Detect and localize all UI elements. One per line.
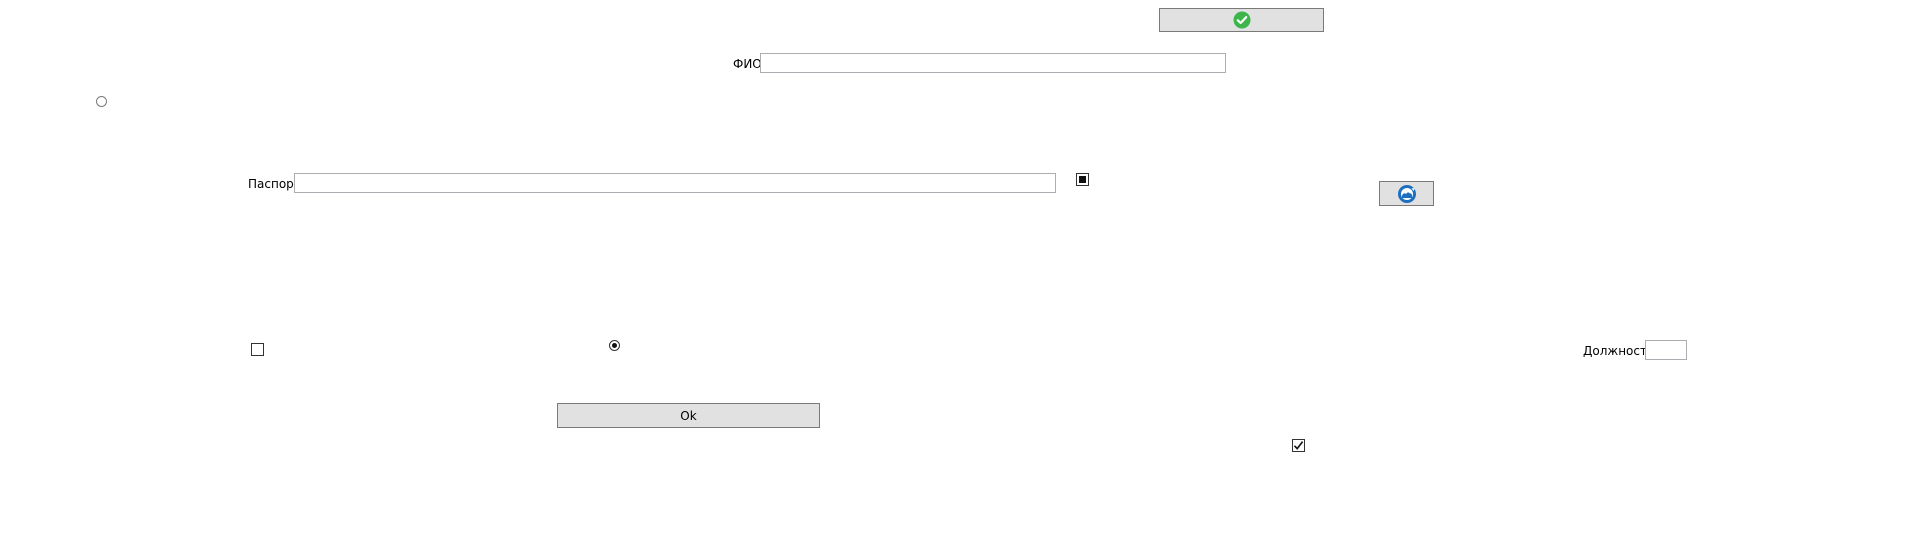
radio-option-2[interactable] xyxy=(609,340,620,351)
passport-label: Паспорт xyxy=(248,177,301,191)
position-label: Должность xyxy=(1583,344,1655,358)
fio-input[interactable] xyxy=(760,53,1226,73)
checkbox-option-checked[interactable] xyxy=(1292,439,1305,452)
radio-selected-dot-icon xyxy=(612,343,617,348)
fio-label: ФИО xyxy=(733,57,762,71)
ok-button[interactable]: Ok xyxy=(557,403,820,428)
passport-input[interactable] xyxy=(294,173,1056,193)
confirm-icon-button[interactable] xyxy=(1159,8,1324,32)
indeterminate-mark-icon xyxy=(1079,176,1086,183)
check-circle-icon xyxy=(1233,11,1251,29)
web-icon-button[interactable] xyxy=(1379,181,1434,206)
checkbox-option-unchecked[interactable] xyxy=(251,343,264,356)
position-input[interactable] xyxy=(1645,340,1687,360)
globe-refresh-icon xyxy=(1397,184,1417,204)
radio-option-1[interactable] xyxy=(96,96,107,107)
checkmark-icon xyxy=(1293,441,1304,450)
indeterminate-checkbox[interactable] xyxy=(1076,173,1089,186)
